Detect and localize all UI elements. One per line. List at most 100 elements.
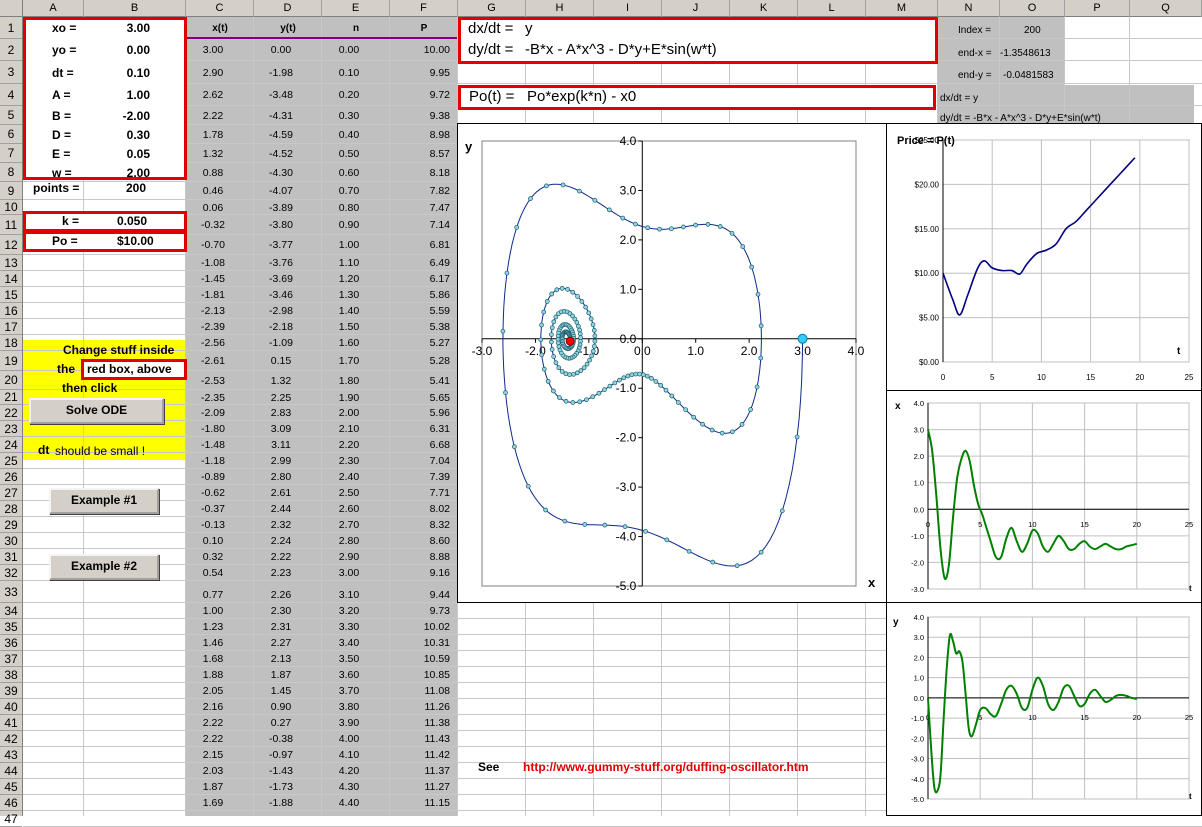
row-header-14[interactable]: 14 xyxy=(0,271,22,287)
example-1-button[interactable]: Example #1 xyxy=(49,488,159,514)
row-header-7[interactable]: 7 xyxy=(0,144,22,163)
row-header-6[interactable]: 6 xyxy=(0,125,22,144)
row-header-2[interactable]: 2 xyxy=(0,39,22,61)
row-header-40[interactable]: 40 xyxy=(0,699,22,715)
param-value[interactable]: 0.05 xyxy=(110,147,150,161)
dy-label: dy/dt = xyxy=(468,41,514,58)
dx-equation[interactable]: y xyxy=(525,20,533,37)
solve-ode-button[interactable]: Solve ODE xyxy=(29,398,164,424)
points-value[interactable]: 200 xyxy=(126,181,146,195)
trajectory-point xyxy=(592,343,597,349)
k-value[interactable]: 0.050 xyxy=(117,214,147,228)
trajectory-point xyxy=(588,316,594,322)
trajectory-point xyxy=(629,372,635,378)
row-header-38[interactable]: 38 xyxy=(0,667,22,683)
row-header-46[interactable]: 46 xyxy=(0,795,22,811)
row-header-35[interactable]: 35 xyxy=(0,619,22,635)
column-header-c[interactable]: C xyxy=(186,0,254,17)
param-value[interactable]: 1.00 xyxy=(110,88,150,102)
column-header-n[interactable]: N xyxy=(938,0,1000,17)
row-header-3[interactable]: 3 xyxy=(0,61,22,84)
trajectory-point xyxy=(622,524,628,529)
row-header-45[interactable]: 45 xyxy=(0,779,22,795)
row-header-27[interactable]: 27 xyxy=(0,485,22,501)
dy-equation[interactable]: -B*x - A*x^3 - D*y+E*sin(w*t) xyxy=(525,41,717,58)
row-header-17[interactable]: 17 xyxy=(0,319,22,335)
row-header-30[interactable]: 30 xyxy=(0,533,22,549)
row-header-41[interactable]: 41 xyxy=(0,715,22,731)
row-header-37[interactable]: 37 xyxy=(0,651,22,667)
table-cell: 1.32 xyxy=(202,147,224,160)
po-value[interactable]: $10.00 xyxy=(117,234,154,248)
row-header-25[interactable]: 25 xyxy=(0,453,22,469)
row-header-18[interactable]: 18 xyxy=(0,335,22,351)
row-header-29[interactable]: 29 xyxy=(0,517,22,533)
column-header-p[interactable]: P xyxy=(1065,0,1130,17)
column-header-d[interactable]: D xyxy=(254,0,322,17)
row-header-33[interactable]: 33 xyxy=(0,581,22,603)
column-header-j[interactable]: J xyxy=(662,0,730,17)
param-value[interactable]: -2.00 xyxy=(110,109,150,123)
row-header-20[interactable]: 20 xyxy=(0,371,22,390)
price-chart: $25.00 $20.00 $15.00 $10.00 $5.00 $0.00 0 5 10 15… xyxy=(886,123,1202,391)
row-header-32[interactable]: 32 xyxy=(0,565,22,581)
row-header-11[interactable]: 11 xyxy=(0,215,22,235)
row-header-13[interactable]: 13 xyxy=(0,255,22,271)
table-cell: -1.08 xyxy=(201,257,225,269)
column-header-l[interactable]: L xyxy=(798,0,866,17)
column-header-b[interactable]: B xyxy=(84,0,186,17)
column-header-g[interactable]: G xyxy=(458,0,526,17)
row-header-22[interactable]: 22 xyxy=(0,405,22,421)
row-header-4[interactable]: 4 xyxy=(0,84,22,106)
row-header-43[interactable]: 43 xyxy=(0,747,22,763)
row-header-5[interactable]: 5 xyxy=(0,106,22,125)
row-header-26[interactable]: 26 xyxy=(0,469,22,485)
table-cell: -3.76 xyxy=(269,257,293,269)
row-header-47[interactable]: 47 xyxy=(0,811,22,827)
param-value[interactable]: 0.10 xyxy=(110,66,150,80)
trajectory-point xyxy=(683,407,688,413)
row-header-16[interactable]: 16 xyxy=(0,303,22,319)
row-header-8[interactable]: 8 xyxy=(0,163,22,182)
param-value[interactable]: 0.00 xyxy=(110,43,150,57)
row-header-23[interactable]: 23 xyxy=(0,421,22,437)
row-header-9[interactable]: 9 xyxy=(0,182,22,200)
row-header-34[interactable]: 34 xyxy=(0,603,22,619)
po-equation[interactable]: Po*exp(k*n) - x0 xyxy=(527,88,636,105)
x-tick-label: 4.0 xyxy=(848,344,865,358)
column-header-f[interactable]: F xyxy=(390,0,458,17)
row-header-12[interactable]: 12 xyxy=(0,235,22,255)
y-chart-svg: 4.03.02.01.00.0-1.0-2.0-3.0-4.0-5.005101… xyxy=(893,613,1193,804)
row-header-28[interactable]: 28 xyxy=(0,501,22,517)
row-header-19[interactable]: 19 xyxy=(0,351,22,371)
param-value[interactable]: 3.00 xyxy=(110,21,150,35)
table-cell: -0.70 xyxy=(201,239,225,251)
row-header-44[interactable]: 44 xyxy=(0,763,22,779)
column-header-h[interactable]: H xyxy=(526,0,594,17)
row-header-15[interactable]: 15 xyxy=(0,287,22,303)
column-header-e[interactable]: E xyxy=(322,0,390,17)
table-cell: -0.32 xyxy=(201,219,225,231)
row-header-10[interactable]: 10 xyxy=(0,200,22,215)
table-cell: -0.37 xyxy=(201,503,225,515)
column-header-a[interactable]: A xyxy=(23,0,84,17)
example-2-button[interactable]: Example #2 xyxy=(49,554,159,580)
row-header-1[interactable]: 1 xyxy=(0,17,22,39)
column-header-o[interactable]: O xyxy=(1000,0,1065,17)
param-value[interactable]: 2.00 xyxy=(110,166,150,180)
reference-link[interactable]: http://www.gummy-stuff.org/duffing-oscil… xyxy=(523,760,809,774)
row-header-21[interactable]: 21 xyxy=(0,390,22,405)
row-header-31[interactable]: 31 xyxy=(0,549,22,565)
x-tick-label: 2.0 xyxy=(741,344,758,358)
row-header-24[interactable]: 24 xyxy=(0,437,22,453)
table-cell: 11.42 xyxy=(424,749,451,761)
row-header-42[interactable]: 42 xyxy=(0,731,22,747)
row-header-39[interactable]: 39 xyxy=(0,683,22,699)
row-header-36[interactable]: 36 xyxy=(0,635,22,651)
select-all-corner[interactable] xyxy=(0,0,23,17)
param-value[interactable]: 0.30 xyxy=(110,128,150,142)
column-header-q[interactable]: Q xyxy=(1130,0,1202,17)
column-header-k[interactable]: K xyxy=(730,0,798,17)
column-header-i[interactable]: I xyxy=(594,0,662,17)
column-header-m[interactable]: M xyxy=(866,0,938,17)
